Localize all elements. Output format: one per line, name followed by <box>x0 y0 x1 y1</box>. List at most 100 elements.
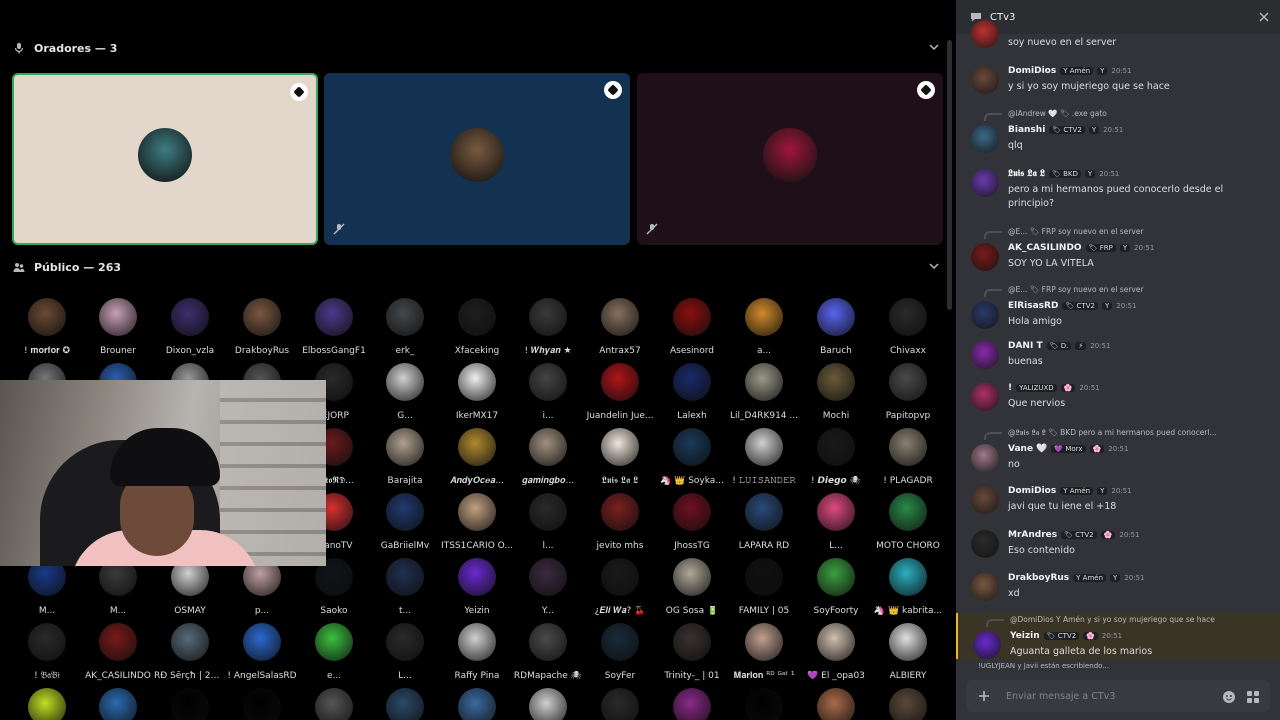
reply-preview[interactable]: @E... 🏷 FRP soy nuevo en el server <box>1008 285 1268 294</box>
emoji-icon[interactable] <box>1222 689 1236 703</box>
author-name[interactable]: DomiDios <box>1008 66 1056 76</box>
audience-member[interactable]: M... <box>82 558 154 616</box>
avatar[interactable] <box>971 444 999 472</box>
audience-member[interactable]: ! PLAGADR <box>872 428 944 486</box>
audience-member[interactable]: 𝐌𝐚𝐫𝐥𝐨𝐧 ᴿᴰ ᴳᵃᵗ ¹ <box>728 623 800 681</box>
audience-member[interactable]: ITSS1CARIO O... <box>441 493 513 551</box>
audience-member[interactable] <box>441 688 513 720</box>
audience-member[interactable]: 🦄 👑 Soyka... <box>656 428 728 486</box>
audience-member[interactable]: Barajita <box>369 428 441 486</box>
audience-member[interactable]: AK_CASILINDO <box>82 623 154 681</box>
author-name[interactable]: Bianshi <box>1008 125 1045 135</box>
author-name[interactable]: MrAndres <box>1008 530 1057 540</box>
audience-member[interactable]: Trinity-_ | 01 <box>656 623 728 681</box>
audience-member[interactable]: ! 𝐦𝐨𝐫𝐟𝐨𝐫 ✪ <box>11 298 83 356</box>
audience-member[interactable]: Xfaceking <box>441 298 513 356</box>
audience-member[interactable]: RDMapache 🕷 <box>512 623 584 681</box>
avatar[interactable] <box>971 66 999 94</box>
audience-member[interactable]: a... <box>728 298 800 356</box>
avatar[interactable] <box>971 169 999 197</box>
audience-member[interactable]: ALBIERY <box>872 623 944 681</box>
reply-preview[interactable]: @lAndrew 🤍 🏷 .exe gato <box>1008 109 1268 118</box>
audience-member[interactable]: Asesinord <box>656 298 728 356</box>
audience-member[interactable]: 💜 El _opa03 <box>800 623 872 681</box>
audience-member[interactable]: 🦄 👑 kabrita... <box>872 558 944 616</box>
close-icon[interactable] <box>1258 11 1270 23</box>
audience-member[interactable] <box>584 688 656 720</box>
audience-member[interactable]: t... <box>369 558 441 616</box>
audience-member[interactable]: e... <box>298 623 370 681</box>
audience-member[interactable] <box>82 688 154 720</box>
audience-member[interactable]: l... <box>512 493 584 551</box>
audience-member[interactable]: L... <box>369 623 441 681</box>
audience-member[interactable]: Lil_D4RK914 ... <box>728 363 800 421</box>
author-name[interactable]: ! <box>1008 383 1012 393</box>
avatar[interactable] <box>971 243 999 271</box>
audience-member[interactable]: L... <box>800 493 872 551</box>
audience-member[interactable]: DrakboyRus <box>226 298 298 356</box>
audience-member[interactable] <box>656 688 728 720</box>
audience-member[interactable]: OG Sosa 🔋 <box>656 558 728 616</box>
avatar[interactable] <box>971 530 999 558</box>
audience-member[interactable]: RĐ Šērçħ | 2D ... <box>154 623 226 681</box>
audience-member[interactable]: erk_ <box>369 298 441 356</box>
avatar[interactable] <box>973 631 1001 659</box>
audience-member[interactable] <box>728 688 800 720</box>
apps-icon[interactable] <box>1246 689 1260 703</box>
speaker-tile[interactable] <box>637 73 943 245</box>
audience-member[interactable]: SoyFer <box>584 623 656 681</box>
reply-preview[interactable]: @E... 🏷 FRP soy nuevo en el server <box>1008 227 1268 236</box>
audience-member[interactable]: i... <box>512 363 584 421</box>
audience-member[interactable]: OSMAY <box>154 558 226 616</box>
audience-member[interactable]: JhossTG <box>656 493 728 551</box>
plus-circle-icon[interactable] <box>976 688 992 704</box>
audience-member[interactable]: Brouner <box>82 298 154 356</box>
message-input[interactable] <box>1006 686 1206 706</box>
audience-member[interactable]: ! 𝑾𝒉𝒚𝒂𝒏 ★ <box>512 298 584 356</box>
speakers-header[interactable]: Oradores — 3 <box>12 37 942 59</box>
audience-member[interactable] <box>872 688 944 720</box>
author-name[interactable]: 𝕷𝖚𝖎𝖘 𝕷𝖆 𝕷 <box>1008 169 1045 179</box>
audience-member[interactable]: G... <box>369 363 441 421</box>
audience-member[interactable]: ! 𝔅𝔞𝔅𝔦 <box>11 623 83 681</box>
avatar[interactable] <box>971 20 999 48</box>
audience-member[interactable]: Yeizin <box>441 558 513 616</box>
author-name[interactable]: ElRisasRD <box>1008 301 1058 311</box>
reply-preview[interactable]: @DomiDios Y Amén y si yo soy mujeriego q… <box>1010 615 1270 624</box>
audience-member[interactable]: IkerMX17 <box>441 363 513 421</box>
audience-member[interactable]: ElbossGangF1 <box>298 298 370 356</box>
audience-member[interactable]: ! AngelSalasRD <box>226 623 298 681</box>
chevron-down-icon[interactable] <box>928 41 942 55</box>
avatar[interactable] <box>971 341 999 369</box>
avatar[interactable] <box>971 486 999 514</box>
audience-member[interactable]: LAPARA RD <box>728 493 800 551</box>
audience-member[interactable] <box>800 688 872 720</box>
audience-header[interactable]: Público — 263 <box>12 256 942 278</box>
author-name[interactable]: DrakboyRus <box>1008 573 1069 583</box>
audience-member[interactable] <box>11 688 83 720</box>
chat-message[interactable]: @DomiDios Y Amén y si yo soy mujeriego q… <box>956 613 1280 659</box>
avatar[interactable] <box>971 301 999 329</box>
audience-member[interactable]: GaBriielMv <box>369 493 441 551</box>
audience-member[interactable]: ! 𝘿𝙞𝙚𝙜𝙤 🕷 <box>800 428 872 486</box>
audience-member[interactable]: Saoko <box>298 558 370 616</box>
avatar[interactable] <box>971 383 999 411</box>
audience-member[interactable]: p... <box>226 558 298 616</box>
audience-member[interactable]: Mochi <box>800 363 872 421</box>
audience-member[interactable] <box>512 688 584 720</box>
audience-member[interactable]: Dixon_vzla <box>154 298 226 356</box>
audience-member[interactable]: jevito mhs <box>584 493 656 551</box>
audience-member[interactable]: Baruch <box>800 298 872 356</box>
avatar[interactable] <box>971 573 999 601</box>
reply-preview[interactable]: @𝕷𝖚𝖎𝖘 𝕷𝖆 𝕷 🏷 BKD pero a mi hermanos pued… <box>1008 428 1268 438</box>
audience-member[interactable] <box>226 688 298 720</box>
avatar[interactable] <box>971 125 999 153</box>
audience-member[interactable] <box>298 688 370 720</box>
author-name[interactable]: DomiDios <box>1008 486 1056 496</box>
audience-member[interactable]: MOTO CHORO <box>872 493 944 551</box>
speaker-tile[interactable] <box>12 73 318 245</box>
audience-member[interactable]: Juandelin Jue... <box>584 363 656 421</box>
speaker-tile[interactable] <box>324 73 630 245</box>
audience-member[interactable]: 𝑨𝒏𝒅𝒚𝑶𝒄𝒆𝒂... <box>441 428 513 486</box>
audience-member[interactable]: Y... <box>512 558 584 616</box>
